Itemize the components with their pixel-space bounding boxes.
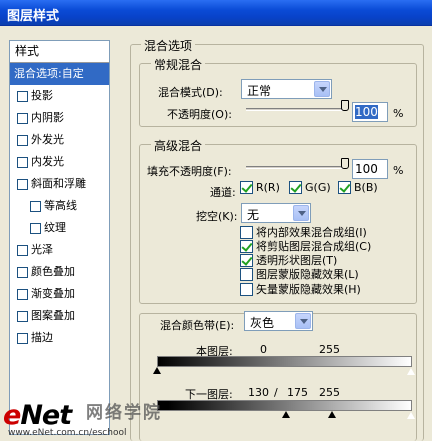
under-layer-gradient (157, 400, 412, 411)
opacity-label: 不透明度(O): (167, 108, 232, 121)
channel-g-checkbox[interactable]: G(G) (289, 181, 331, 194)
knockout-select[interactable]: 无 (241, 203, 311, 223)
checkbox[interactable] (30, 200, 41, 212)
watermark-url: www.eNet.com.cn/eschool (8, 428, 127, 438)
checkbox[interactable] (17, 244, 28, 256)
this-layer-gradient (157, 356, 412, 367)
under-layer-mid-value: 175 (287, 386, 308, 399)
checkbox[interactable] (240, 282, 253, 296)
sidebar-item-color-overlay[interactable]: 颜色叠加 (10, 261, 109, 283)
under-layer-high-value: 255 (319, 386, 340, 399)
channel-b-checkbox[interactable]: B(B) (338, 181, 378, 194)
checkbox[interactable] (240, 239, 253, 253)
checkbox[interactable] (17, 332, 28, 344)
knockout-label: 挖空(K): (196, 210, 238, 223)
checkbox[interactable] (240, 181, 253, 194)
styles-list: 样式 混合选项:自定 投影 内阴影 外发光 内发光 斜面和浮雕 等高线 纹理 光… (9, 40, 110, 435)
blending-options-title: 混合选项 (141, 37, 196, 54)
sidebar-item-texture[interactable]: 纹理 (10, 217, 109, 239)
advanced-blending-title: 高级混合 (151, 137, 206, 154)
enet-logo: eNet (3, 400, 72, 431)
checkbox[interactable] (17, 266, 28, 278)
fill-opacity-slider-track[interactable] (246, 166, 346, 169)
under-layer-low-value: 130 (248, 386, 269, 399)
under-layer-black-handle-left[interactable] (282, 411, 290, 418)
fill-opacity-slider-thumb[interactable] (341, 158, 349, 169)
under-layer-black-handle-right[interactable] (328, 411, 336, 418)
sidebar-item-stroke[interactable]: 描边 (10, 327, 109, 349)
sidebar-item-inner-shadow[interactable]: 内阴影 (10, 107, 109, 129)
checkbox[interactable] (17, 310, 28, 322)
sidebar-item-gradient-overlay[interactable]: 渐变叠加 (10, 283, 109, 305)
sidebar-item-pattern-overlay[interactable]: 图案叠加 (10, 305, 109, 327)
layer-mask-hides-checkbox[interactable]: 图层蒙版隐藏效果(L) (240, 266, 359, 282)
checkbox[interactable] (240, 225, 253, 239)
opacity-slider-thumb[interactable] (341, 100, 349, 111)
checkbox[interactable] (17, 90, 28, 102)
checkbox[interactable] (240, 253, 253, 267)
checkbox[interactable] (240, 267, 253, 281)
this-layer-white-handle[interactable] (406, 367, 416, 376)
this-layer-black-handle[interactable] (153, 367, 161, 374)
opacity-percent: % (393, 107, 404, 120)
blend-if-select[interactable]: 灰色 (244, 311, 313, 331)
checkbox[interactable] (289, 181, 302, 194)
sidebar-item-contour[interactable]: 等高线 (10, 195, 109, 217)
blend-mode-select[interactable]: 正常 (241, 79, 332, 99)
checkbox[interactable] (17, 112, 28, 124)
checkbox[interactable] (17, 288, 28, 300)
opacity-input[interactable]: 100 (352, 102, 388, 122)
sidebar-item-outer-glow[interactable]: 外发光 (10, 129, 109, 151)
chevron-down-icon (293, 205, 309, 221)
fill-opacity-input[interactable]: 100 (352, 159, 388, 179)
fill-opacity-label: 填充不透明度(F): (147, 165, 232, 178)
title-bar[interactable]: 图层样式 (0, 0, 432, 26)
blend-if-label: 混合颜色带(E): (160, 319, 235, 332)
under-layer-separator: / (274, 386, 278, 399)
blend-mode-label: 混合模式(D): (158, 86, 223, 99)
checkbox[interactable] (17, 134, 28, 146)
sidebar-item-drop-shadow[interactable]: 投影 (10, 85, 109, 107)
vector-mask-hides-checkbox[interactable]: 矢量蒙版隐藏效果(H) (240, 281, 361, 297)
checkbox[interactable] (17, 156, 28, 168)
sidebar-item-satin[interactable]: 光泽 (10, 239, 109, 261)
checkbox[interactable] (338, 181, 351, 194)
styles-list-header: 样式 (10, 41, 109, 63)
checkbox[interactable] (30, 222, 41, 234)
channel-r-checkbox[interactable]: R(R) (240, 181, 280, 194)
chevron-down-icon (314, 81, 330, 97)
this-layer-high-value: 255 (319, 343, 340, 356)
checkbox[interactable] (17, 178, 28, 190)
window-title: 图层样式 (7, 9, 60, 24)
channels-label: 通道: (210, 186, 236, 199)
fill-opacity-percent: % (393, 164, 404, 177)
this-layer-low-value: 0 (260, 343, 267, 356)
watermark-cn: 网络学院 (86, 403, 162, 423)
opacity-slider-track[interactable] (246, 108, 346, 111)
sidebar-item-bevel-emboss[interactable]: 斜面和浮雕 (10, 173, 109, 195)
sidebar-item-inner-glow[interactable]: 内发光 (10, 151, 109, 173)
chevron-down-icon (295, 313, 311, 329)
sidebar-item-blending-options[interactable]: 混合选项:自定 (10, 63, 109, 85)
under-layer-white-handle[interactable] (406, 411, 416, 420)
general-blending-title: 常规混合 (151, 56, 206, 73)
